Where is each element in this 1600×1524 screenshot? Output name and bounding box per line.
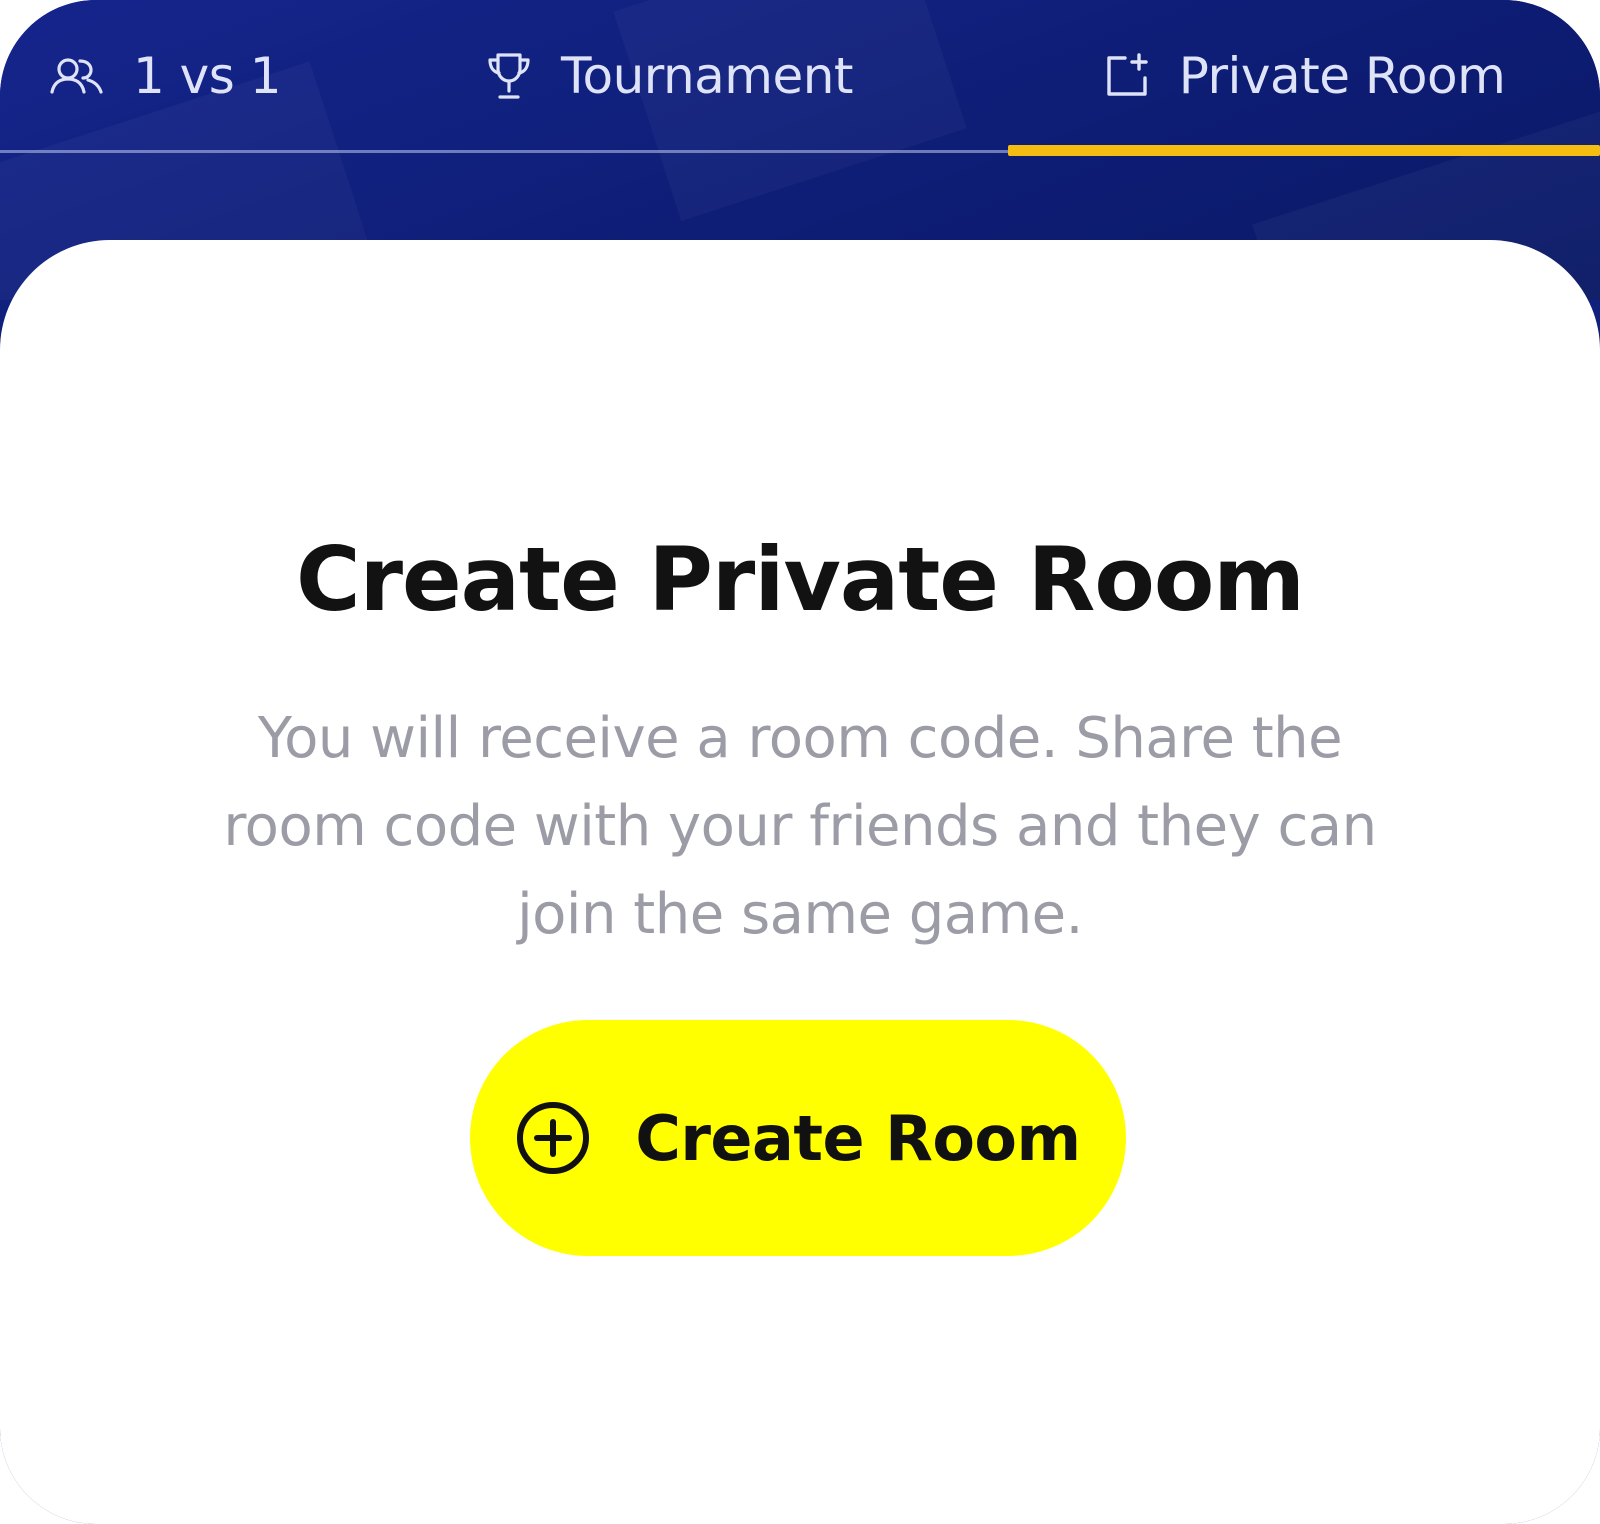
description-text: You will receive a room code. Share the … [223,706,1377,947]
active-tab-indicator [1008,145,1600,156]
trophy-icon [485,51,533,101]
add-room-icon [1103,52,1151,100]
page-title: Create Private Room [296,528,1305,631]
tab-tournament-label: Tournament [560,47,854,105]
plus-circle-icon [515,1100,591,1176]
create-room-button[interactable]: Create Room [470,1020,1126,1256]
tab-1v1[interactable]: 1 vs 1 [0,0,330,152]
users-icon [49,56,105,96]
mode-tabs: 1 vs 1 Tournament Private Room [0,0,1600,152]
tab-private-room-label: Private Room [1178,47,1506,105]
create-room-button-label: Create Room [635,1101,1081,1175]
tab-1v1-label: 1 vs 1 [132,47,282,105]
tab-tournament[interactable]: Tournament [330,0,1008,152]
tab-private-room[interactable]: Private Room [1008,0,1600,152]
app-frame: 1 vs 1 Tournament Private Room Create Pr… [0,0,1600,1524]
